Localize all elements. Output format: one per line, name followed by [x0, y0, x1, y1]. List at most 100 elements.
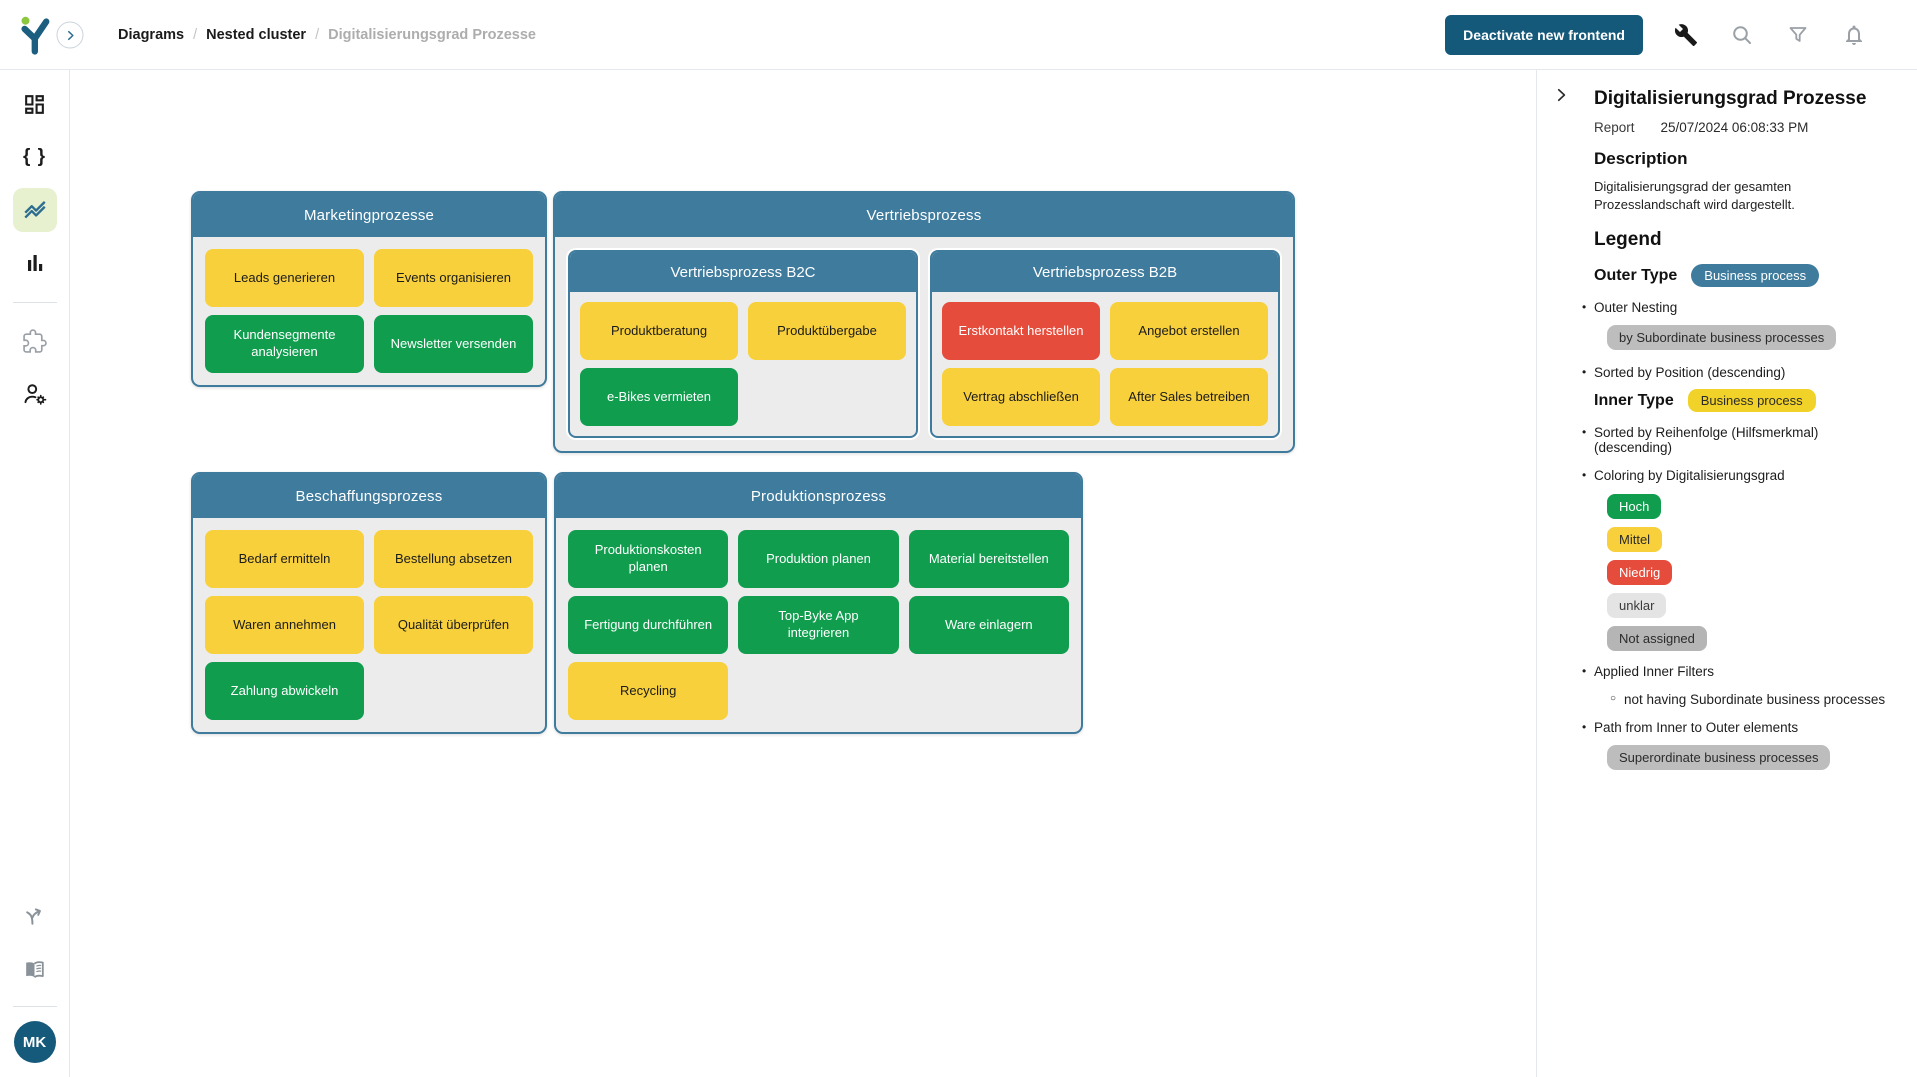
breadcrumb: Diagrams / Nested cluster / Digitalisier… — [118, 27, 536, 43]
legend-pill-hoch: Hoch — [1607, 494, 1661, 519]
sidebar-expand-button[interactable] — [57, 22, 84, 49]
report-date: 25/07/2024 06:08:33 PM — [1661, 120, 1809, 135]
process-box[interactable]: Leads generieren — [205, 249, 364, 307]
topbar: Diagrams / Nested cluster / Digitalisier… — [0, 0, 1917, 70]
wrench-icon[interactable] — [1673, 22, 1699, 48]
inner-type-badge: Business process — [1688, 389, 1816, 412]
process-box[interactable]: Material bereitstellen — [909, 530, 1069, 588]
process-box[interactable]: Qualität überprüfen — [374, 596, 533, 654]
cluster-title[interactable]: Marketingprozesse — [193, 193, 545, 237]
process-box[interactable]: Produktionskosten planen — [568, 530, 728, 588]
process-box[interactable]: Recycling — [568, 662, 728, 720]
user-avatar[interactable]: MK — [14, 1021, 56, 1063]
outer-type-row: Outer Type Business process — [1594, 264, 1899, 287]
subcluster-vertriebsprozess-b2c[interactable]: Vertriebsprozess B2C Produktberatung Pro… — [568, 250, 918, 438]
legend-heading: Legend — [1594, 229, 1899, 251]
cluster-title[interactable]: Produktionsprozess — [556, 474, 1081, 518]
sidebar-item-diagrams[interactable] — [13, 188, 57, 232]
process-box[interactable]: Zahlung abwickeln — [205, 662, 364, 720]
subcluster-body: Produktberatung Produktübergabe e-Bikes … — [570, 292, 916, 436]
filter-icon[interactable] — [1785, 22, 1811, 48]
sidebar-item-documentation[interactable] — [13, 947, 57, 991]
cluster-vertriebsprozess[interactable]: Vertriebsprozess Vertriebsprozess B2C Pr… — [553, 191, 1295, 453]
diagram-canvas[interactable]: Marketingprozesse Leads generieren Event… — [70, 70, 1536, 1077]
deactivate-new-frontend-button[interactable]: Deactivate new frontend — [1445, 15, 1643, 55]
user-settings-icon — [22, 381, 48, 407]
sidebar-divider — [13, 1006, 57, 1007]
sidebar-item-dashboard[interactable] — [13, 82, 57, 126]
subcluster-title[interactable]: Vertriebsprozess B2B — [932, 252, 1278, 292]
cluster-body: Leads generieren Events organisieren Kun… — [193, 237, 545, 385]
process-box[interactable]: Events organisieren — [374, 249, 533, 307]
legend-bullet-outer-sorted: Sorted by Position (descending) — [1582, 365, 1899, 380]
subcluster-title[interactable]: Vertriebsprozess B2C — [570, 252, 916, 292]
sidebar-item-user-administration[interactable] — [13, 372, 57, 416]
process-box[interactable]: e-Bikes vermieten — [580, 368, 738, 426]
breadcrumb-separator: / — [315, 27, 319, 43]
legend-bullet-inner-sorted: Sorted by Reihenfolge (Hilfsmerkmal) (de… — [1582, 425, 1899, 455]
breadcrumb-diagrams[interactable]: Diagrams — [118, 27, 184, 43]
process-box[interactable]: After Sales betreiben — [1110, 368, 1268, 426]
outer-nesting-badge: by Subordinate business processes — [1607, 325, 1836, 350]
process-box[interactable]: Waren annehmen — [205, 596, 364, 654]
process-box[interactable]: Top-Byke App integrieren — [738, 596, 898, 654]
panel-collapse-button[interactable] — [1548, 82, 1574, 108]
legend-pill-not-assigned: Not assigned — [1607, 626, 1707, 651]
legend-bullet-coloring: Coloring by Digitalisierungsgrad — [1582, 468, 1899, 483]
process-box[interactable]: Vertrag abschließen — [942, 368, 1100, 426]
sidebar: { } — [0, 0, 70, 1077]
sidebar-divider — [13, 302, 57, 303]
panel-title: Digitalisierungsgrad Prozesse — [1594, 88, 1899, 110]
process-box[interactable]: Produktberatung — [580, 302, 738, 360]
coloring-legend: Hoch Mittel Niedrig unklar Not assigned — [1607, 494, 1899, 651]
cluster-marketingprozesse[interactable]: Marketingprozesse Leads generieren Event… — [191, 191, 547, 387]
cluster-body: Bedarf ermitteln Bestellung absetzen War… — [193, 518, 545, 732]
report-details-panel: Digitalisierungsgrad Prozesse Report 25/… — [1536, 70, 1917, 1077]
legend-bullet-path: Path from Inner to Outer elements — [1582, 720, 1899, 735]
puzzle-icon — [22, 329, 47, 354]
y-logo-icon — [16, 14, 54, 56]
legend-bullet-applied-filters: Applied Inner Filters — [1582, 664, 1899, 679]
cluster-title[interactable]: Beschaffungsprozess — [193, 474, 545, 518]
legend-pill-mittel: Mittel — [1607, 527, 1662, 552]
diagrams-icon — [22, 197, 48, 223]
cluster-beschaffungsprozess[interactable]: Beschaffungsprozess Bedarf ermitteln Bes… — [191, 472, 547, 734]
cluster-title[interactable]: Vertriebsprozess — [555, 193, 1293, 237]
chevron-right-icon — [63, 28, 77, 42]
process-box[interactable]: Newsletter versenden — [374, 315, 533, 373]
outer-type-label: Outer Type — [1594, 267, 1677, 285]
inner-type-row: Inner Type Business process — [1594, 389, 1899, 412]
process-box[interactable]: Kundensegmente analysieren — [205, 315, 364, 373]
subcluster-vertriebsprozess-b2b[interactable]: Vertriebsprozess B2B Erstkontakt herstel… — [930, 250, 1280, 438]
process-box[interactable]: Bestellung absetzen — [374, 530, 533, 588]
dashboard-icon — [22, 92, 47, 117]
outer-type-badge: Business process — [1691, 264, 1819, 287]
process-box[interactable]: Bedarf ermitteln — [205, 530, 364, 588]
breadcrumb-nested-cluster[interactable]: Nested cluster — [206, 27, 306, 43]
search-icon[interactable] — [1729, 22, 1755, 48]
process-box[interactable]: Ware einlagern — [909, 596, 1069, 654]
sidebar-item-integrations[interactable] — [13, 894, 57, 938]
process-box[interactable]: Erstkontakt herstellen — [942, 302, 1100, 360]
bar-chart-icon — [23, 251, 47, 275]
notifications-icon[interactable] — [1841, 22, 1867, 48]
sidebar-item-reports[interactable] — [13, 241, 57, 285]
process-box[interactable]: Fertigung durchführen — [568, 596, 728, 654]
breadcrumb-current: Digitalisierungsgrad Prozesse — [328, 27, 536, 43]
legend-pill-unklar: unklar — [1607, 593, 1666, 618]
process-box[interactable]: Produktübergabe — [748, 302, 906, 360]
cluster-body: Produktionskosten planen Produktion plan… — [556, 518, 1081, 732]
sidebar-item-extensions[interactable] — [13, 319, 57, 363]
sidebar-item-modeling[interactable]: { } — [13, 135, 57, 179]
breadcrumb-separator: / — [193, 27, 197, 43]
report-label: Report — [1594, 120, 1635, 135]
process-box[interactable]: Angebot erstellen — [1110, 302, 1268, 360]
process-box[interactable]: Produktion planen — [738, 530, 898, 588]
legend-bullet-outer-nesting: Outer Nesting — [1582, 300, 1899, 315]
report-row: Report 25/07/2024 06:08:33 PM — [1594, 120, 1899, 135]
book-icon — [22, 957, 47, 982]
legend-sub-bullet-filter: not having Subordinate business processe… — [1610, 692, 1899, 707]
branch-icon — [22, 904, 47, 929]
cluster-produktionsprozess[interactable]: Produktionsprozess Produktionskosten pla… — [554, 472, 1083, 734]
topbar-actions: Deactivate new frontend — [1445, 15, 1917, 55]
